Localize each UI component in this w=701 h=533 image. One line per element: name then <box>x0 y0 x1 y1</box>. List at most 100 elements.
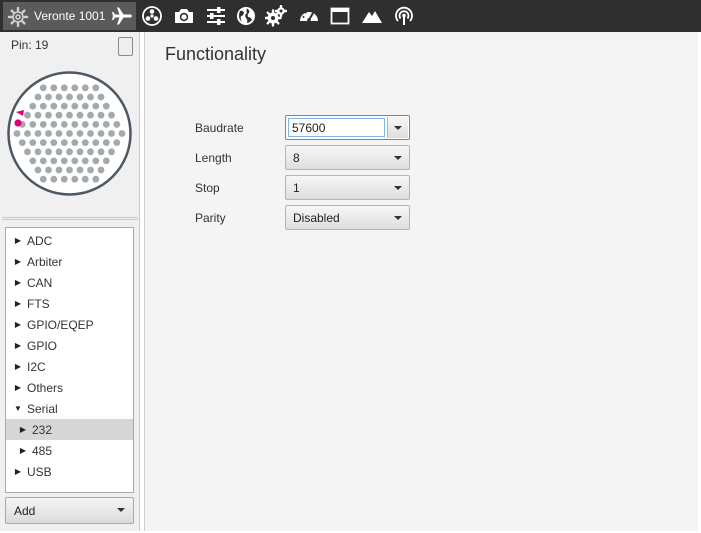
connector-pin[interactable] <box>60 102 68 110</box>
parity-select[interactable]: Disabled <box>285 205 410 230</box>
connector-pin[interactable] <box>118 130 126 137</box>
pin-toggle-button[interactable] <box>118 37 133 56</box>
connector-pin[interactable] <box>24 130 31 137</box>
connector-pin[interactable] <box>92 84 100 92</box>
connector-pin[interactable] <box>39 157 47 165</box>
connector-pin[interactable] <box>60 139 68 146</box>
connector-pin[interactable] <box>29 139 37 146</box>
connector-pin[interactable] <box>71 84 79 92</box>
collapsed-arrow-icon[interactable]: ▶ <box>17 446 29 455</box>
expanded-arrow-icon[interactable]: ▼ <box>12 404 24 413</box>
connector-pin[interactable] <box>55 93 63 101</box>
connector-pin[interactable] <box>45 166 52 174</box>
tree-item-usb[interactable]: ▶ USB <box>6 461 133 482</box>
connector-pin[interactable] <box>102 139 110 146</box>
connector-pin[interactable] <box>97 166 105 174</box>
connector-pin[interactable] <box>39 84 47 92</box>
connector-pin[interactable] <box>55 130 63 137</box>
connector-pin[interactable] <box>39 121 47 128</box>
connector-pin[interactable] <box>60 121 68 128</box>
connector-pin[interactable] <box>102 121 110 128</box>
connector-pin[interactable] <box>50 121 58 128</box>
tree-item-arbiter[interactable]: ▶ Arbiter <box>6 251 133 272</box>
antenna-icon[interactable] <box>391 4 417 28</box>
connector-pin[interactable] <box>34 148 42 156</box>
connector-pin[interactable] <box>55 166 63 174</box>
collapsed-arrow-icon[interactable]: ▶ <box>12 320 24 329</box>
connector-pin[interactable] <box>87 148 94 156</box>
selected-pin[interactable] <box>14 119 22 127</box>
tree-item-232[interactable]: ▶ 232 <box>6 419 133 440</box>
tree-item-i2c[interactable]: ▶ I2C <box>6 356 133 377</box>
baudrate-dropdown-button[interactable] <box>387 117 408 138</box>
connector-pin[interactable] <box>102 157 110 165</box>
collapsed-arrow-icon[interactable]: ▶ <box>12 383 24 392</box>
connector-pin[interactable] <box>87 130 94 137</box>
connector-pin[interactable] <box>87 166 94 174</box>
connector-pinout-diagram[interactable] <box>6 70 133 197</box>
connector-pin[interactable] <box>24 111 31 119</box>
window-icon[interactable] <box>327 4 353 28</box>
connector-pin[interactable] <box>66 111 73 119</box>
connector-pin[interactable] <box>13 130 21 137</box>
connector-pin[interactable] <box>66 93 73 101</box>
collapsed-arrow-icon[interactable]: ▶ <box>12 257 24 266</box>
connector-pin[interactable] <box>92 157 100 165</box>
connector-pin[interactable] <box>18 139 26 146</box>
connector-pin[interactable] <box>87 111 94 119</box>
camera-icon[interactable] <box>171 4 197 28</box>
connector-pin[interactable] <box>50 157 58 165</box>
connector-pin[interactable] <box>81 139 89 146</box>
connector-pin[interactable] <box>76 111 84 119</box>
connector-pin[interactable] <box>45 93 52 101</box>
baudrate-combobox[interactable] <box>285 115 410 140</box>
connector-pin[interactable] <box>71 121 79 128</box>
connector-pin[interactable] <box>60 175 68 183</box>
baudrate-input[interactable] <box>288 118 385 137</box>
connector-pin[interactable] <box>39 175 47 183</box>
connector-pin[interactable] <box>29 102 37 110</box>
connector-pin[interactable] <box>34 111 42 119</box>
tree-item-gpio[interactable]: ▶ GPIO <box>6 335 133 356</box>
connector-pin[interactable] <box>24 148 31 156</box>
collapsed-arrow-icon[interactable]: ▶ <box>12 299 24 308</box>
connector-pin[interactable] <box>50 175 58 183</box>
mountain-icon[interactable] <box>359 4 385 28</box>
connector-pin[interactable] <box>29 121 37 128</box>
gauge-icon[interactable] <box>296 4 322 28</box>
connector-pin[interactable] <box>66 148 73 156</box>
tree-item-485[interactable]: ▶ 485 <box>6 440 133 461</box>
connector-pin[interactable] <box>66 166 73 174</box>
tree-item-fts[interactable]: ▶ FTS <box>6 293 133 314</box>
connector-pin[interactable] <box>34 166 42 174</box>
connector-pin[interactable] <box>45 148 52 156</box>
connector-pin[interactable] <box>113 121 121 128</box>
add-dropdown[interactable]: Add <box>5 497 134 524</box>
connector-pin[interactable] <box>81 157 89 165</box>
connector-pin[interactable] <box>39 139 47 146</box>
airplane-icon[interactable] <box>109 4 135 28</box>
stop-select[interactable]: 1 <box>285 175 410 200</box>
tree-item-others[interactable]: ▶ Others <box>6 377 133 398</box>
connector-pin[interactable] <box>76 148 84 156</box>
connector-pin[interactable] <box>87 93 94 101</box>
connector-pin[interactable] <box>66 130 73 137</box>
collapsed-arrow-icon[interactable]: ▶ <box>12 236 24 245</box>
connector-pin[interactable] <box>60 157 68 165</box>
tree-item-serial[interactable]: ▼ Serial <box>6 398 133 419</box>
panel-splitter[interactable] <box>2 217 138 220</box>
connector-pin[interactable] <box>108 111 115 119</box>
connector-pin[interactable] <box>34 93 42 101</box>
connector-pin[interactable] <box>113 139 121 146</box>
connector-pin[interactable] <box>71 175 79 183</box>
collapsed-arrow-icon[interactable]: ▶ <box>12 341 24 350</box>
connector-pin[interactable] <box>92 102 100 110</box>
connector-pin[interactable] <box>71 157 79 165</box>
connector-pin[interactable] <box>71 102 79 110</box>
connector-pin[interactable] <box>60 84 68 92</box>
connector-pin[interactable] <box>97 111 105 119</box>
connector-pin[interactable] <box>102 102 110 110</box>
connector-pin[interactable] <box>76 166 84 174</box>
connector-pin[interactable] <box>55 111 63 119</box>
connector-pin[interactable] <box>108 130 115 137</box>
